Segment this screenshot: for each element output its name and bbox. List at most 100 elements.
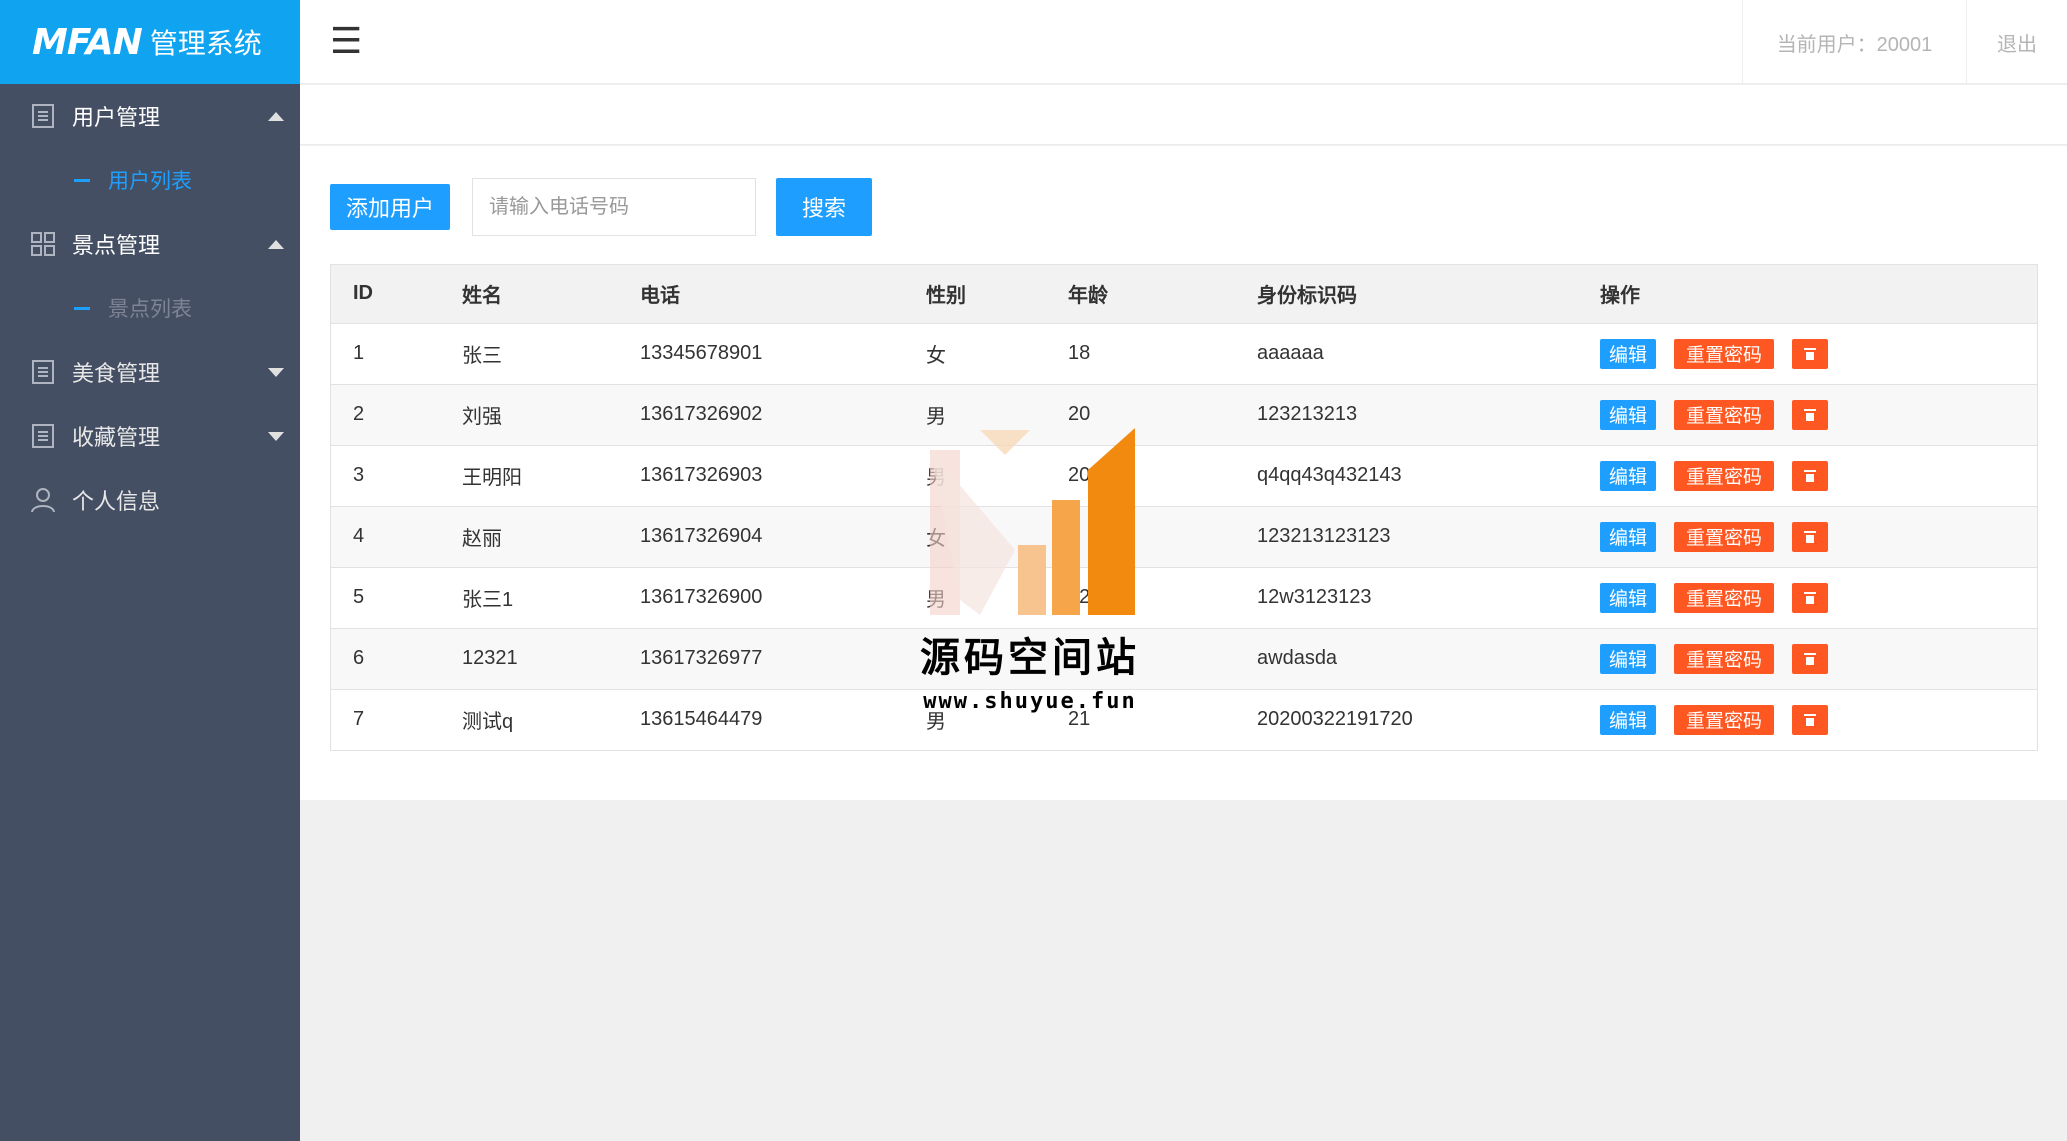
trash-icon [1804,652,1816,665]
cell-name: 12321 [440,627,618,689]
caret-up-icon [268,239,284,249]
edit-button[interactable]: 编辑 [1600,704,1656,735]
cell-ident: 20200322191720 [1235,688,1578,750]
menu-group-spots: 景点管理 景点列表 [0,212,300,340]
cell-phone: 13617326902 [618,383,904,445]
menu-group-food: 美食管理 [0,340,300,404]
cell-gender: 男 [904,444,1046,506]
delete-button[interactable] [1792,582,1828,613]
cell-phone: 13617326900 [618,566,904,628]
cell-phone: 13617326977 [618,627,904,689]
cell-id: 3 [331,444,440,506]
table-row: 2 刘强 13617326902 男 20 123213213 编辑 重置密码 [331,383,2037,445]
cell-actions: 编辑 重置密码 [1578,383,2037,445]
cell-id: 1 [331,322,440,384]
menu-item-food-management[interactable]: 美食管理 [0,340,300,404]
caret-down-icon [268,367,284,377]
cell-ident: awdasda [1235,627,1578,689]
reset-password-button[interactable]: 重置密码 [1674,704,1774,735]
cell-ident: aaaaaa [1235,322,1578,384]
edit-button[interactable]: 编辑 [1600,521,1656,552]
delete-button[interactable] [1792,704,1828,735]
menu-item-user-management[interactable]: 用户管理 [0,84,300,148]
main-content: 添加用户 搜索 ID 姓名 电话 性别 年龄 身份标识码 操作 1张三13345… [300,146,2067,800]
edit-button[interactable]: 编辑 [1600,582,1656,613]
phone-search-input[interactable] [472,178,757,236]
menu-group-profile: 个人信息 [0,468,300,532]
search-button[interactable]: 搜索 [776,178,873,236]
toolbar: 添加用户 搜索 [330,178,873,236]
sub-item-user-list[interactable]: 用户列表 [0,148,300,212]
edit-button[interactable]: 编辑 [1600,338,1656,369]
cell-gender: 女 [904,322,1046,384]
cell-age: 123123 [1046,566,1235,628]
edit-button[interactable]: 编辑 [1600,399,1656,430]
menu-item-spot-management[interactable]: 景点管理 [0,212,300,276]
cell-age [1046,627,1235,689]
table-row: 6 12321 13617326977 awdasda 编辑 重置密码 [331,627,2037,689]
top-header: ☰ 当前用户：20001 退出 [300,0,2067,84]
cell-gender: 男 [904,566,1046,628]
cell-name: 王明阳 [440,444,618,506]
sub-item-spot-list[interactable]: 景点列表 [0,276,300,340]
menu-item-label: 收藏管理 [72,425,161,450]
table-body: 1 张三 13345678901 女 18 aaaaaa 编辑 重置密码 2 刘强 13617326… [331,322,2037,750]
cell-id: 7 [331,688,440,750]
caret-up-icon [268,111,284,121]
sidebar-menu: 用户管理 用户列表 景点管理 景点列表 美食管理 收藏管理 个人信息 [0,84,300,532]
delete-button[interactable] [1792,460,1828,491]
cell-id: 6 [331,627,440,689]
trash-icon [1804,347,1816,360]
cell-ident: 12w3123123 [1235,566,1578,628]
menu-item-label: 用户管理 [72,105,161,130]
list-icon [30,423,56,449]
table-row: 5 张三1 13617326900 男 123123 12w3123123 编辑 重置密码 [331,566,2037,628]
delete-button[interactable] [1792,399,1828,430]
delete-button[interactable] [1792,521,1828,552]
column-header-actions: 操作 [1578,265,2037,324]
caret-down-icon [268,431,284,441]
dash-icon [74,178,90,182]
sidebar: MFAN 管理系统 用户管理 用户列表 景点管理 景点列表 美食管理 收藏管理 … [0,0,300,1141]
table-header-row: ID 姓名 电话 性别 年龄 身份标识码 操作 [331,265,2037,324]
hamburger-icon[interactable]: ☰ [330,20,362,62]
cell-id: 4 [331,505,440,567]
column-header-age: 年龄 [1046,265,1235,324]
logout-link[interactable]: 退出 [1967,0,2067,84]
cell-gender: 男 [904,688,1046,750]
cell-age: 20 [1046,444,1235,506]
sub-item-label: 景点列表 [108,298,192,321]
cell-ident: 123213123123 [1235,505,1578,567]
cell-actions: 编辑 重置密码 [1578,322,2037,384]
reset-password-button[interactable]: 重置密码 [1674,338,1774,369]
list-icon [30,103,56,129]
reset-password-button[interactable]: 重置密码 [1674,399,1774,430]
reset-password-button[interactable]: 重置密码 [1674,582,1774,613]
edit-button[interactable]: 编辑 [1600,460,1656,491]
column-header-name: 姓名 [440,265,618,324]
menu-group-users: 用户管理 用户列表 [0,84,300,212]
cell-phone: 13615464479 [618,688,904,750]
reset-password-button[interactable]: 重置密码 [1674,643,1774,674]
cell-actions: 编辑 重置密码 [1578,566,2037,628]
cell-ident: 123213213 [1235,383,1578,445]
cell-age [1046,505,1235,567]
column-header-phone: 电话 [618,265,904,324]
reset-password-button[interactable]: 重置密码 [1674,460,1774,491]
cell-name: 张三1 [440,566,618,628]
cell-name: 赵丽 [440,505,618,567]
dash-icon [74,306,90,310]
delete-button[interactable] [1792,338,1828,369]
add-user-button[interactable]: 添加用户 [330,184,451,230]
edit-button[interactable]: 编辑 [1600,643,1656,674]
app-logo[interactable]: MFAN 管理系统 [0,0,300,84]
logo-mark: MFAN [32,21,143,63]
reset-password-button[interactable]: 重置密码 [1674,521,1774,552]
menu-item-personal-info[interactable]: 个人信息 [0,468,300,532]
column-header-id: ID [331,265,440,324]
cell-actions: 编辑 重置密码 [1578,627,2037,689]
cell-name: 测试q [440,688,618,750]
delete-button[interactable] [1792,643,1828,674]
cell-actions: 编辑 重置密码 [1578,688,2037,750]
menu-item-favorites-management[interactable]: 收藏管理 [0,404,300,468]
